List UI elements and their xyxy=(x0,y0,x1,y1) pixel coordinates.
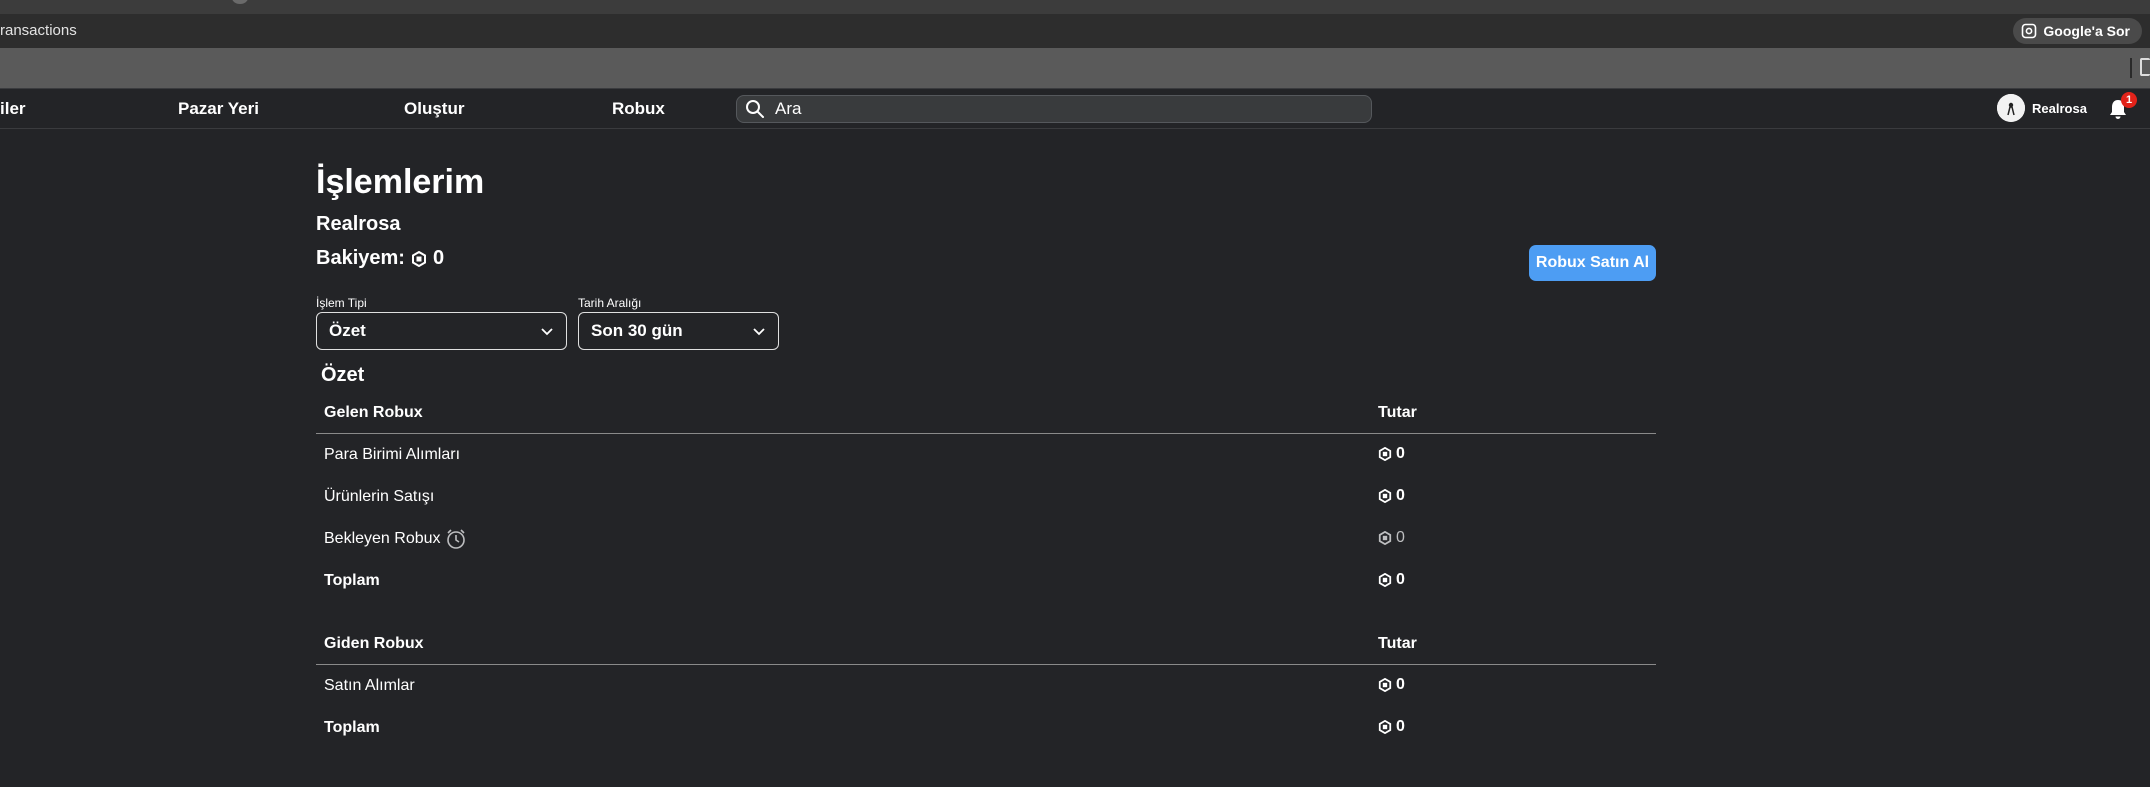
row-amount-value: 0 xyxy=(1396,570,1405,588)
outgoing-robux-table: Giden Robux Tutar Satın Alımlar 0 Toplam… xyxy=(316,624,1656,749)
buy-robux-button[interactable]: Robux Satın Al xyxy=(1529,245,1656,281)
incoming-header: Gelen Robux xyxy=(316,393,1370,434)
incoming-robux-table: Gelen Robux Tutar Para Birimi Alımları 0… xyxy=(316,393,1656,602)
robux-icon xyxy=(1378,677,1392,692)
amount-header: Tutar xyxy=(1370,393,1656,434)
nav-item-charts[interactable]: iler xyxy=(0,99,26,119)
bookmarks-bar xyxy=(0,48,2150,88)
tab-favicon-icon[interactable] xyxy=(232,0,248,4)
nav-item-create[interactable]: Oluştur xyxy=(404,99,464,119)
row-amount-value: 0 xyxy=(1396,444,1405,462)
row-amount: 0 xyxy=(1378,445,1405,463)
transaction-type-value: Özet xyxy=(329,321,366,340)
account-name: Realrosa xyxy=(316,213,401,235)
chevron-down-icon xyxy=(753,328,765,336)
robux-icon xyxy=(1378,530,1392,545)
robux-icon xyxy=(1378,719,1392,734)
username-label[interactable]: Realrosa xyxy=(2032,101,2087,116)
row-amount-value: 0 xyxy=(1396,528,1405,546)
table-header-row: Giden Robux Tutar xyxy=(316,624,1656,665)
bookmarks-divider xyxy=(2130,58,2132,78)
robux-icon xyxy=(1378,446,1392,461)
row-amount: 0 xyxy=(1378,529,1405,547)
row-amount: 0 xyxy=(1378,676,1405,694)
robux-icon xyxy=(411,250,426,267)
search-input[interactable] xyxy=(773,98,1337,120)
table-row: Ürünlerin Satışı 0 xyxy=(316,476,1656,518)
search-box[interactable] xyxy=(736,95,1372,123)
avatar[interactable] xyxy=(1997,94,2025,122)
table-row-total: Toplam 0 xyxy=(316,560,1656,602)
google-ask-label: Google'a Sor xyxy=(2043,23,2130,39)
page-title: İşlemlerim xyxy=(316,163,485,201)
top-navigation: iler Pazar Yeri Oluştur Robux Realrosa 1 xyxy=(0,88,2150,129)
transaction-type-label: İşlem Tipi xyxy=(316,296,367,310)
row-amount: 0 xyxy=(1378,718,1405,736)
browser-address-bar[interactable]: ransactions Google'a Sor xyxy=(0,14,2150,48)
chevron-down-icon xyxy=(541,328,553,336)
bookmarks-folder-icon[interactable] xyxy=(2140,58,2150,76)
row-amount-value: 0 xyxy=(1396,486,1405,504)
robux-icon xyxy=(1378,572,1392,587)
alarm-clock-icon[interactable] xyxy=(445,528,467,550)
table-row: Para Birimi Alımları 0 xyxy=(316,434,1656,477)
date-range-select[interactable]: Son 30 gün xyxy=(578,312,779,350)
lens-icon xyxy=(2022,23,2037,39)
row-amount: 0 xyxy=(1378,487,1405,505)
nav-item-robux[interactable]: Robux xyxy=(612,99,665,119)
row-label: Ürünlerin Satışı xyxy=(324,488,435,505)
search-icon xyxy=(746,100,764,118)
row-label: Toplam xyxy=(324,572,380,589)
table-row-total: Toplam 0 xyxy=(316,707,1656,749)
balance: Bakiyem: 0 xyxy=(316,247,444,270)
balance-label: Bakiyem: xyxy=(316,247,405,269)
pending-row-label: Bekleyen Robux xyxy=(316,518,1370,560)
row-label: Para Birimi Alımları xyxy=(324,446,461,463)
row-amount-value: 0 xyxy=(1396,717,1405,735)
url-text[interactable]: ransactions xyxy=(0,22,77,39)
outgoing-header: Giden Robux xyxy=(316,624,1370,665)
row-label: Satın Alımlar xyxy=(324,677,415,694)
summary-title: Özet xyxy=(321,364,365,386)
table-header-row: Gelen Robux Tutar xyxy=(316,393,1656,434)
robux-icon xyxy=(1378,488,1392,503)
date-range-label: Tarih Aralığı xyxy=(578,296,642,310)
date-range-value: Son 30 gün xyxy=(591,321,683,340)
nav-item-marketplace[interactable]: Pazar Yeri xyxy=(178,99,259,119)
google-ask-button[interactable]: Google'a Sor xyxy=(2013,18,2142,44)
row-label: Bekleyen Robux xyxy=(324,530,441,548)
notification-badge: 1 xyxy=(2121,92,2137,108)
row-amount-value: 0 xyxy=(1396,675,1405,693)
transaction-type-select[interactable]: Özet xyxy=(316,312,567,350)
row-amount: 0 xyxy=(1378,571,1405,589)
row-label: Toplam xyxy=(324,719,380,736)
table-row: Satın Alımlar 0 xyxy=(316,665,1656,708)
table-row: Bekleyen Robux 0 xyxy=(316,518,1656,560)
avatar-icon xyxy=(1997,94,2025,122)
browser-tab-strip xyxy=(0,0,2150,14)
balance-value: 0 xyxy=(432,247,445,269)
amount-header: Tutar xyxy=(1370,624,1656,665)
